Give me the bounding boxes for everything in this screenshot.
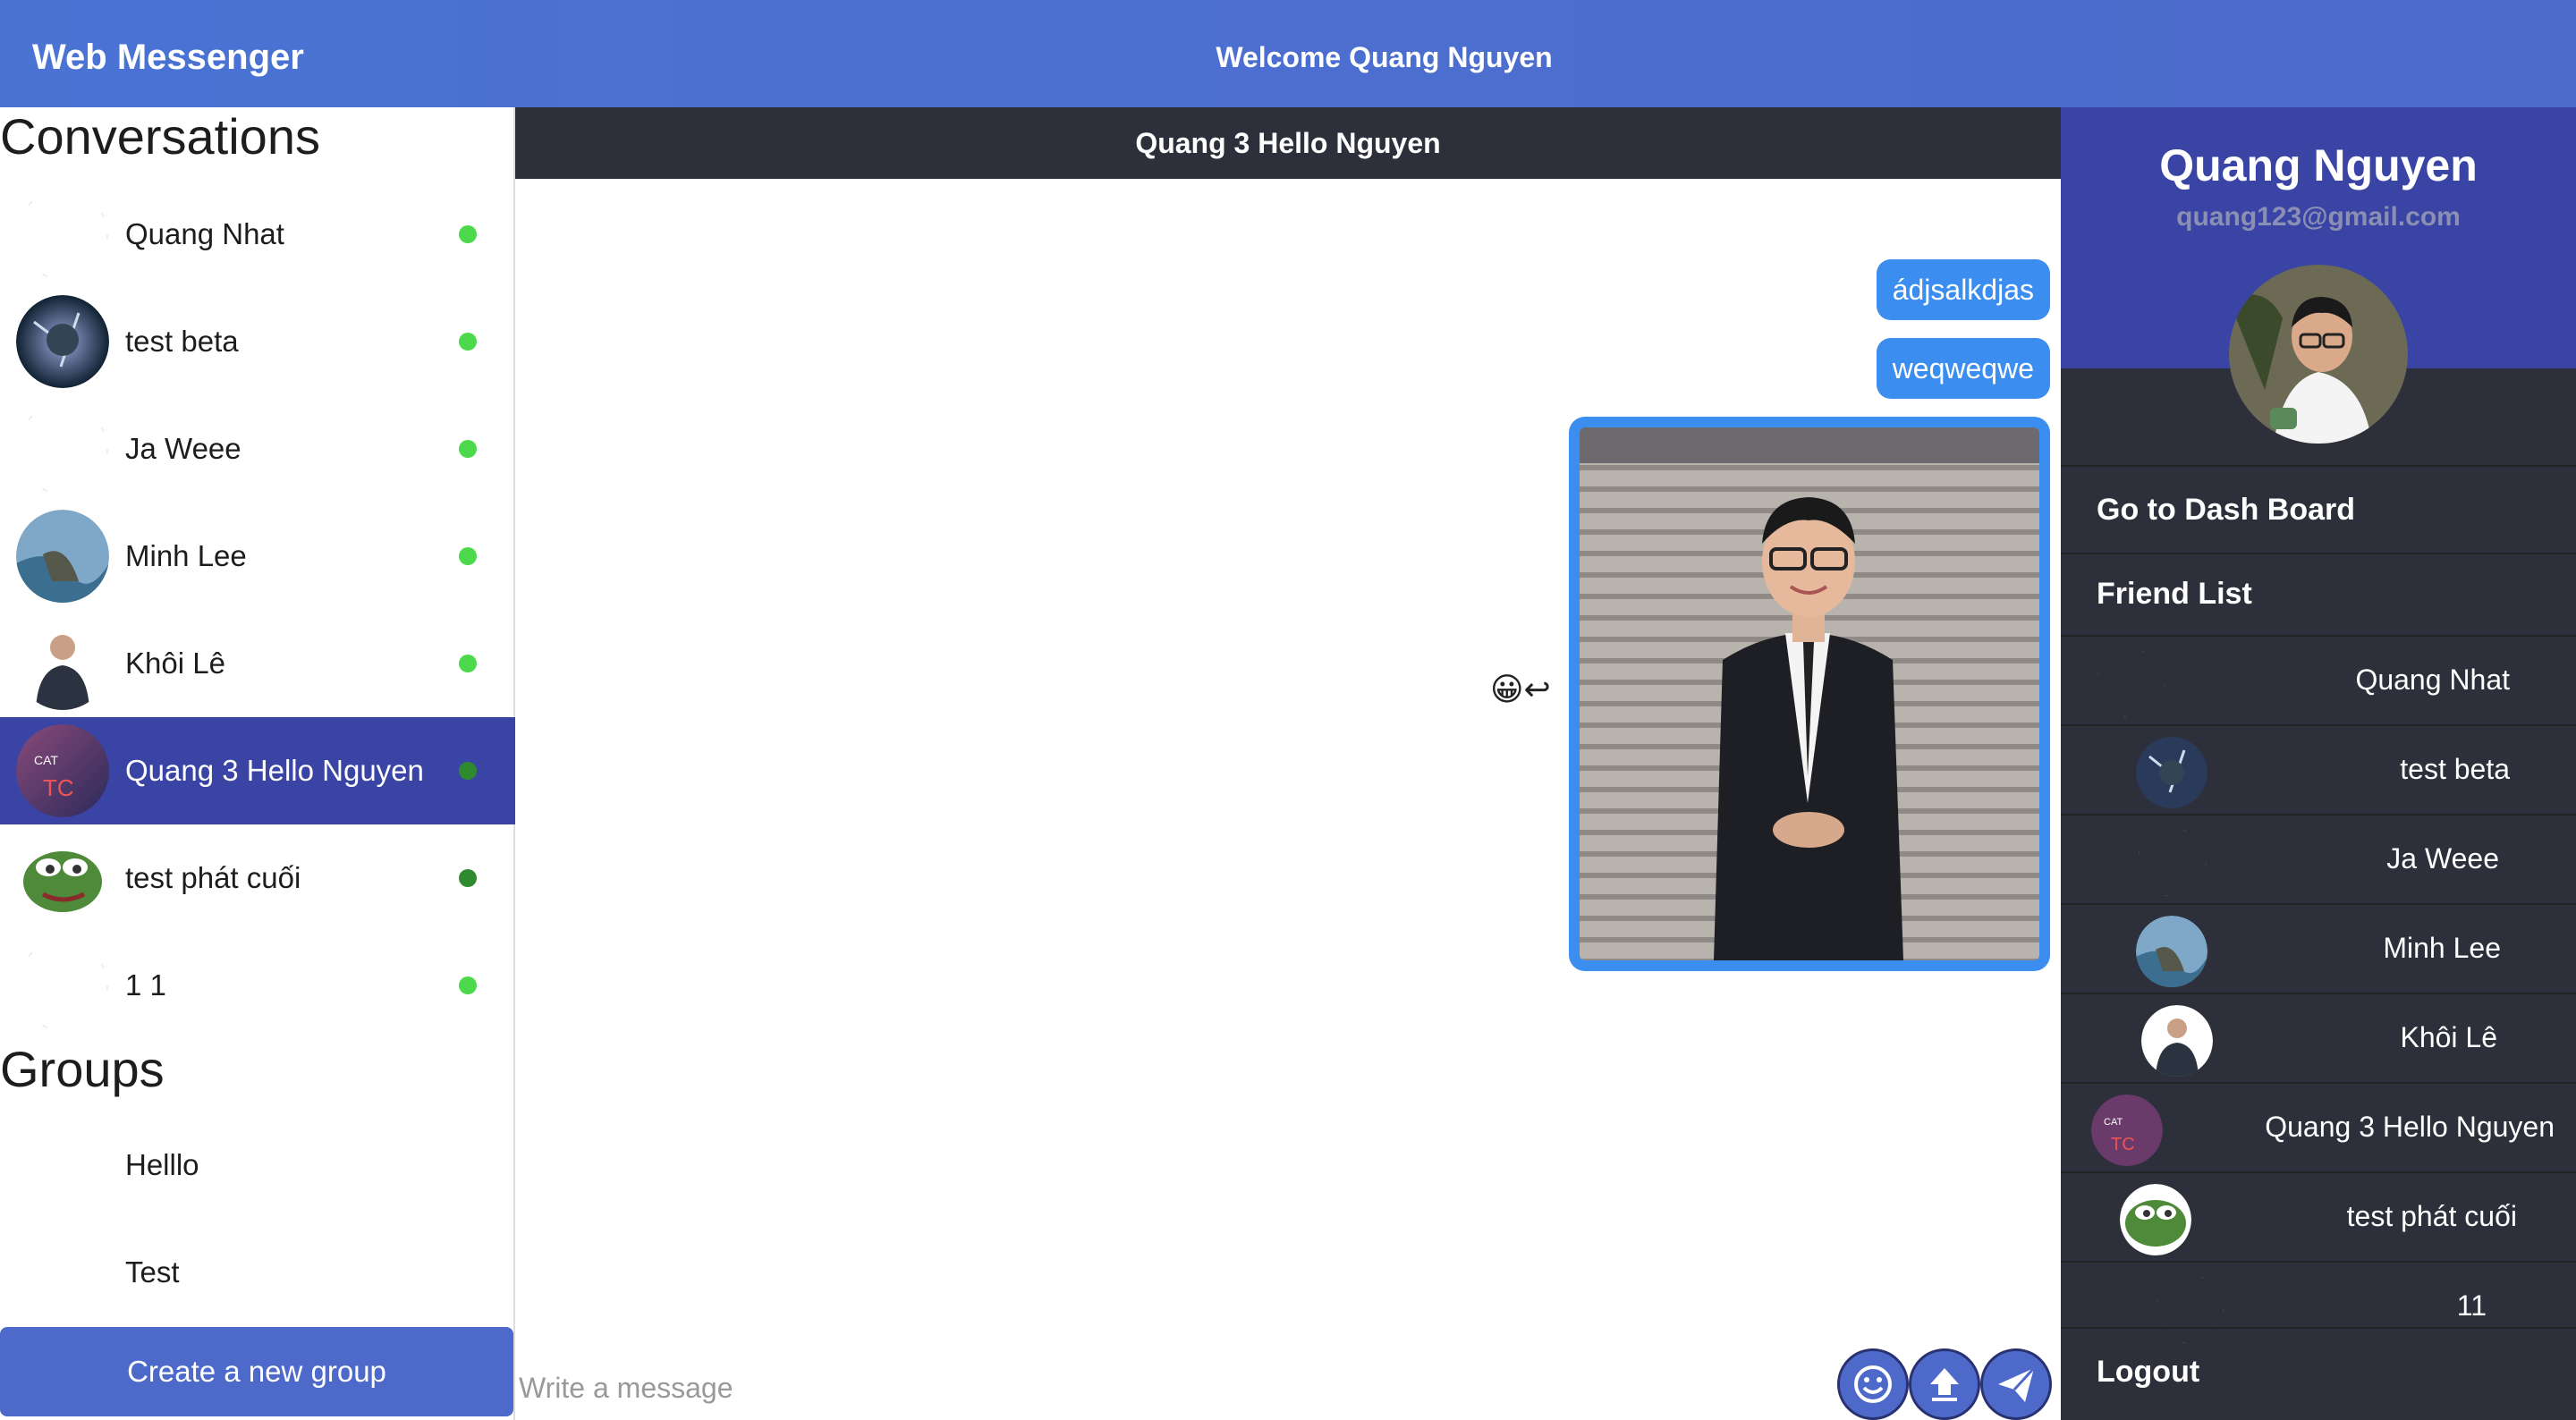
upload-icon (1925, 1365, 1964, 1404)
message-input[interactable] (519, 1359, 1807, 1416)
groups-heading: Groups (0, 1041, 165, 1097)
avatar (16, 617, 109, 710)
avatar (16, 402, 109, 495)
online-indicator (459, 762, 477, 780)
conversation-item[interactable]: Ja Weee (0, 395, 515, 503)
friend-name: Quang Nhat (2355, 664, 2510, 696)
avatar (2136, 826, 2207, 898)
online-indicator (459, 655, 477, 672)
friend-name: test phát cuối (2346, 1200, 2517, 1232)
friend-item[interactable]: test beta (2061, 726, 2576, 816)
friend-name: Minh Lee (2383, 932, 2501, 964)
message-photo (1580, 427, 2039, 960)
chat-panel: Quang 3 Hello Nguyen ádjsalkdjas weqweqw… (515, 107, 2061, 1420)
conversation-item[interactable]: test beta (0, 288, 515, 395)
profile-card: Quang Nguyen quang123@gmail.com (2061, 107, 2576, 444)
profile-email: quang123@gmail.com (2176, 202, 2461, 232)
image-message[interactable] (1569, 417, 2050, 971)
conversation-name: Quang 3 Hello Nguyen (125, 754, 424, 787)
profile-name: Quang Nguyen (2159, 140, 2478, 190)
online-indicator (459, 976, 477, 994)
friend-name: Ja Weee (2386, 842, 2499, 875)
group-item[interactable]: Test (0, 1220, 515, 1327)
message-bubble[interactable]: weqweqwe (1876, 338, 2050, 399)
send-icon (1995, 1363, 2038, 1406)
conversation-name: test beta (125, 325, 239, 358)
conversation-name: Ja Weee (125, 432, 242, 465)
welcome-text: Welcome Quang Nguyen (1216, 41, 1553, 73)
create-group-button[interactable]: Create a new group (0, 1327, 513, 1416)
avatar (16, 939, 109, 1032)
svg-text:TC: TC (43, 774, 74, 801)
conversation-item[interactable]: test phát cuối (0, 824, 515, 932)
profile-sidebar: Quang Nguyen quang123@gmail.com Go to Da… (2061, 107, 2576, 1420)
top-bar: Web Messenger Welcome Quang Nguyen (0, 0, 2576, 107)
avatar (2095, 647, 2166, 719)
svg-text:CAT: CAT (2104, 1117, 2123, 1128)
friend-item[interactable]: Khôi Lê (2061, 994, 2576, 1084)
conversation-item[interactable]: Khôi Lê (0, 610, 515, 717)
friend-name: test beta (2400, 753, 2510, 785)
avatar (2136, 737, 2207, 808)
smile-icon (1853, 1365, 1893, 1404)
emoji-button[interactable] (1837, 1348, 1909, 1420)
avatar: CAT TC (2091, 1095, 2163, 1166)
online-indicator (459, 547, 477, 565)
svg-text:CAT: CAT (34, 753, 58, 767)
avatar (2141, 1005, 2213, 1077)
friend-item[interactable]: Quang Nhat (2061, 637, 2576, 726)
conversation-name: 1 1 (125, 968, 166, 1002)
profile-avatar (2229, 265, 2408, 444)
conversation-name: test phát cuối (125, 861, 301, 894)
conversation-item[interactable]: 1 1 (0, 932, 515, 1039)
logout-button[interactable]: Logout (2061, 1327, 2576, 1420)
online-indicator (459, 333, 477, 351)
svg-text:TC: TC (2111, 1135, 2135, 1154)
conversation-item[interactable]: Minh Lee (0, 503, 515, 610)
online-indicator (459, 225, 477, 243)
friend-name: Quang 3 Hello Nguyen (2265, 1111, 2555, 1143)
message-bubble[interactable]: ádjsalkdjas (1876, 259, 2050, 320)
friend-name: Khôi Lê (2400, 1021, 2497, 1053)
conversations-panel: Conversations Quang Nhat test beta Ja We… (0, 107, 515, 1420)
online-indicator (459, 440, 477, 458)
online-indicator (459, 869, 477, 887)
avatar (16, 188, 109, 281)
friend-item[interactable]: test phát cuối (2061, 1173, 2576, 1263)
group-name: Helllo (125, 1148, 199, 1181)
avatar: CAT TC (16, 724, 109, 817)
conversation-item-active[interactable]: CAT TC Quang 3 Hello Nguyen (0, 717, 515, 824)
avatar (16, 832, 109, 925)
group-item[interactable]: Helllo (0, 1112, 515, 1220)
reaction-icons[interactable]: 😀↩ (1490, 671, 1551, 708)
friend-item[interactable]: Ja Weee (2061, 816, 2576, 905)
avatar (2136, 916, 2207, 987)
avatar (16, 510, 109, 603)
conversations-heading: Conversations (0, 108, 320, 165)
upload-button[interactable] (1909, 1348, 1980, 1420)
friend-item[interactable]: CAT TC Quang 3 Hello Nguyen (2061, 1084, 2576, 1173)
avatar (2120, 1184, 2191, 1255)
conversation-name: Khôi Lê (125, 647, 225, 680)
conversation-name: Minh Lee (125, 539, 247, 572)
conversation-name: Quang Nhat (125, 217, 284, 250)
friend-name: 11 (2456, 1289, 2487, 1322)
friend-item[interactable]: Minh Lee (2061, 905, 2576, 994)
conversation-item[interactable]: Quang Nhat (0, 181, 515, 288)
dashboard-link[interactable]: Go to Dash Board (2061, 465, 2576, 554)
group-name: Test (125, 1255, 180, 1289)
friend-list-heading[interactable]: Friend List (2061, 554, 2576, 637)
send-button[interactable] (1980, 1348, 2052, 1420)
chat-title: Quang 3 Hello Nguyen (515, 107, 2061, 179)
avatar (16, 295, 109, 388)
